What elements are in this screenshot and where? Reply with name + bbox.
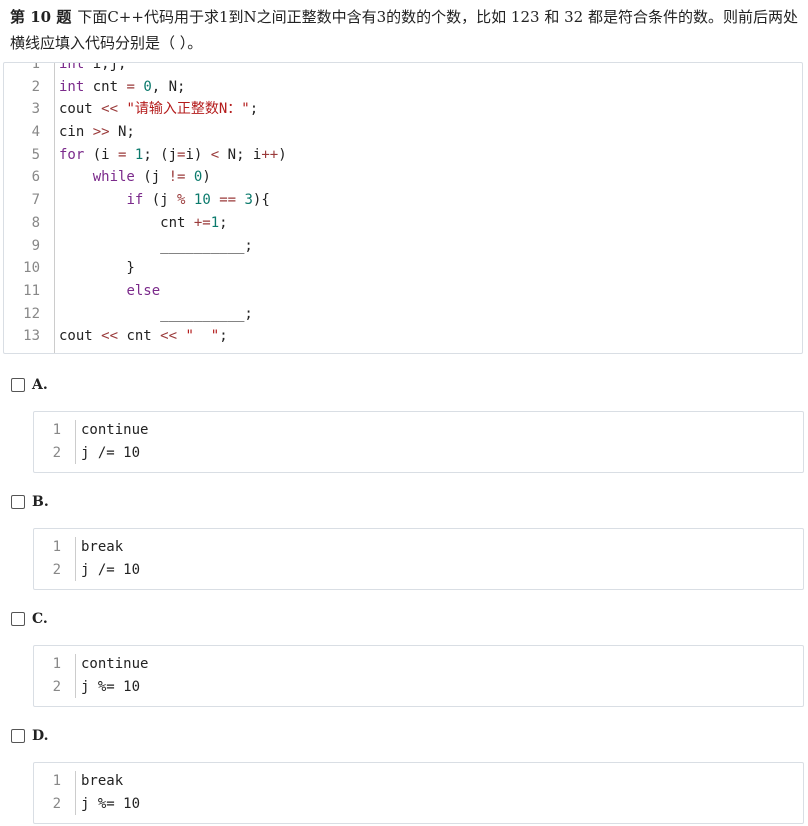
code-line: 9 __________;: [4, 235, 802, 258]
question-stem: 下面C++代码用于求1到N之间正整数中含有3的数的个数，比如 123 和 32 …: [10, 8, 798, 52]
code-text: cout << "请输入正整数N：";: [59, 101, 259, 118]
code-line: 6 while (j != 0): [4, 166, 802, 189]
question-number: 第 10 题: [10, 8, 72, 26]
code-text: break: [81, 539, 124, 555]
code-line: 2 int cnt = 0, N;: [4, 76, 802, 99]
code-lines: 1 break 2 j %= 10: [34, 770, 803, 816]
code-text: else: [126, 282, 161, 299]
code-line: 13 cout << cnt << " ";: [4, 325, 802, 348]
option-b-checkbox[interactable]: [11, 495, 25, 509]
code-text: j /= 10: [81, 445, 141, 461]
code-text: }: [59, 260, 135, 277]
line-number: 1: [52, 422, 61, 438]
code-text: break: [81, 773, 124, 789]
line-number: 6: [31, 169, 40, 186]
option-a-row[interactable]: A.: [11, 374, 48, 396]
line-number: 9: [31, 237, 40, 254]
code-text: for (i = 1; (j=i) < N; i++): [59, 146, 287, 163]
code-text: cnt +=1;: [59, 214, 228, 231]
code-text: j /= 10: [81, 562, 141, 578]
line-number: 7: [31, 192, 40, 209]
line-number: 10: [23, 260, 40, 277]
main-code-block: 1 int i,j; 2 int cnt = 0, N; 3 cout << "请输入正整…: [3, 62, 803, 354]
line-number: 1: [31, 62, 40, 72]
option-b-row[interactable]: B.: [11, 491, 49, 513]
option-a-checkbox[interactable]: [11, 378, 25, 392]
code-line: 1 break: [34, 536, 803, 559]
code-line: 11 else: [4, 280, 802, 303]
code-line: 2 j /= 10: [34, 442, 803, 465]
code-line: 1 int i,j;: [4, 62, 802, 76]
code-text: continue: [81, 656, 149, 672]
code-lines: 1 break 2 j /= 10: [34, 536, 803, 582]
line-number: 2: [31, 78, 40, 95]
code-line: 2 j /= 10: [34, 559, 803, 582]
option-d-code: 1 break 2 j %= 10: [33, 762, 804, 824]
option-c-row[interactable]: C.: [11, 608, 48, 630]
code-lines: 1 continue 2 j /= 10: [34, 419, 803, 465]
code-line: 2 j %= 10: [34, 793, 803, 816]
line-number: 2: [52, 796, 61, 812]
code-lines: 1 int i,j; 2 int cnt = 0, N; 3 cout << "请输入正整…: [4, 62, 802, 348]
option-b-code: 1 break 2 j /= 10: [33, 528, 804, 590]
line-number: 3: [31, 101, 40, 118]
line-number: 8: [31, 214, 40, 231]
code-line: 12 __________;: [4, 303, 802, 326]
line-number: 5: [31, 146, 40, 163]
code-text: j %= 10: [81, 796, 141, 812]
code-line: 2 j %= 10: [34, 676, 803, 699]
question-text-block: 第 10 题下面C++代码用于求1到N之间正整数中含有3的数的个数，比如 123…: [10, 4, 802, 56]
code-line: 1 continue: [34, 419, 803, 442]
code-text: __________;: [59, 305, 253, 322]
code-text: continue: [81, 422, 149, 438]
option-d-label: D.: [32, 728, 49, 744]
line-number: 1: [52, 773, 61, 789]
option-b-label: B.: [32, 494, 49, 510]
line-number: 2: [52, 679, 61, 695]
code-text: cout << cnt << " ";: [59, 328, 228, 345]
code-text: j %= 10: [81, 679, 141, 695]
option-a-label: A.: [32, 377, 48, 393]
option-c-code: 1 continue 2 j %= 10: [33, 645, 804, 707]
code-text: while (j != 0): [92, 169, 211, 186]
option-c-checkbox[interactable]: [11, 612, 25, 626]
option-c-label: C.: [32, 611, 48, 627]
code-lines: 1 continue 2 j %= 10: [34, 653, 803, 699]
code-text: if (j % 10 == 3){: [126, 192, 270, 209]
code-line: 8 cnt +=1;: [4, 212, 802, 235]
code-text: cin >> N;: [59, 124, 135, 141]
line-number: 1: [52, 656, 61, 672]
code-line: 3 cout << "请输入正整数N：";: [4, 98, 802, 121]
code-line: 10 }: [4, 257, 802, 280]
line-number: 2: [52, 445, 61, 461]
code-line: 4 cin >> N;: [4, 121, 802, 144]
code-line: 5 for (i = 1; (j=i) < N; i++): [4, 144, 802, 167]
line-number: 12: [23, 305, 40, 322]
code-line: 1 continue: [34, 653, 803, 676]
line-number: 4: [31, 124, 40, 141]
option-d-checkbox[interactable]: [11, 729, 25, 743]
line-number: 2: [52, 562, 61, 578]
code-text: __________;: [59, 237, 253, 254]
code-line: 1 break: [34, 770, 803, 793]
option-d-row[interactable]: D.: [11, 725, 49, 747]
code-text: int i,j;: [59, 62, 127, 72]
line-number: 13: [23, 328, 40, 345]
line-number: 11: [23, 282, 40, 299]
line-number: 1: [52, 539, 61, 555]
code-line: 7 if (j % 10 == 3){: [4, 189, 802, 212]
option-a-code: 1 continue 2 j /= 10: [33, 411, 804, 473]
code-text: int cnt = 0, N;: [59, 78, 186, 95]
